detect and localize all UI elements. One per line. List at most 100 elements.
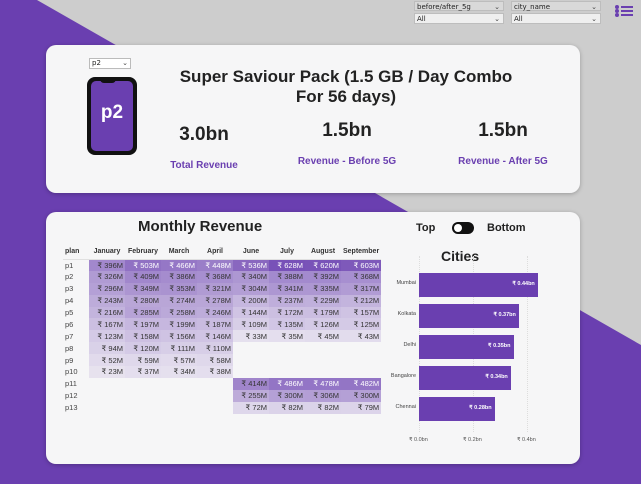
city-label: Kolkata bbox=[397, 311, 416, 317]
column-header[interactable]: April bbox=[197, 245, 233, 260]
plan-selector-value: p2 bbox=[92, 59, 101, 67]
column-header[interactable]: February bbox=[125, 245, 161, 260]
revenue-cell: ₹ 243M bbox=[89, 294, 125, 307]
revenue-cell: ₹ 237M bbox=[269, 294, 305, 307]
revenue-cell: ₹ 45M bbox=[305, 330, 341, 343]
menu-list-icon[interactable] bbox=[615, 4, 635, 20]
revenue-cell: ₹ 158M bbox=[125, 330, 161, 343]
slicer-value: All bbox=[514, 15, 523, 23]
city-bar[interactable]: ₹ 0.44bn bbox=[419, 273, 538, 297]
revenue-cell bbox=[305, 366, 341, 378]
revenue-cell bbox=[197, 402, 233, 414]
table-row: p1 ₹ 396M ₹ 503M ₹ 466M ₹ 448M ₹ 536M ₹ 628M ₹ … bbox=[63, 259, 382, 271]
table-row: p11 ₹ 414M ₹ 486M ₹ 478M ₹ 482M bbox=[63, 377, 382, 390]
revenue-cell: ₹ 146M bbox=[197, 330, 233, 343]
column-header[interactable]: plan bbox=[63, 245, 89, 260]
column-header[interactable]: March bbox=[161, 245, 197, 260]
bar-value-label: ₹ 0.28bn bbox=[469, 405, 492, 411]
column-header[interactable]: June bbox=[233, 245, 269, 260]
phone-icon: p2 bbox=[87, 77, 137, 155]
city-label: Bangalore bbox=[390, 373, 416, 379]
bar-value-label: ₹ 0.35bn bbox=[488, 343, 511, 349]
revenue-cell: ₹ 255M bbox=[233, 389, 269, 402]
revenue-cell: ₹ 392M bbox=[305, 270, 341, 283]
slicer-label: before/after_5g bbox=[417, 3, 471, 11]
column-header[interactable]: September bbox=[341, 245, 382, 260]
city-label: Delhi bbox=[403, 342, 416, 348]
revenue-cell: ₹ 199M bbox=[161, 318, 197, 331]
revenue-cell: ₹ 200M bbox=[233, 294, 269, 307]
revenue-cell: ₹ 82M bbox=[269, 401, 305, 414]
revenue-cell: ₹ 300M bbox=[269, 389, 305, 402]
plan-selector-dropdown[interactable]: p2 ⌄ bbox=[89, 58, 131, 69]
column-header[interactable]: January bbox=[89, 245, 125, 260]
city-bar[interactable]: ₹ 0.34bn bbox=[419, 366, 511, 390]
revenue-cell: ₹ 368M bbox=[197, 270, 233, 283]
revenue-cell: ₹ 280M bbox=[125, 294, 161, 307]
column-header[interactable]: August bbox=[305, 245, 341, 260]
revenue-cell: ₹ 229M bbox=[305, 294, 341, 307]
revenue-cell: ₹ 120M bbox=[125, 342, 161, 355]
plan-cell: p9 bbox=[65, 355, 74, 365]
plan-summary-card: p2 ⌄ p2 Super Saviour Pack (1.5 GB / Day… bbox=[46, 45, 580, 193]
revenue-cell bbox=[125, 390, 161, 402]
city-bar-row: Chennai ₹ 0.28bn bbox=[376, 397, 566, 421]
slicer-value-dropdown[interactable]: All ⌄ bbox=[414, 13, 504, 24]
revenue-cell bbox=[305, 342, 341, 354]
revenue-cell: ₹ 179M bbox=[305, 306, 341, 319]
revenue-cell: ₹ 110M bbox=[197, 342, 233, 355]
revenue-cell: ₹ 246M bbox=[197, 306, 233, 319]
toggle-label-bottom: Bottom bbox=[487, 222, 526, 234]
revenue-cell bbox=[161, 378, 197, 390]
city-label: Chennai bbox=[395, 404, 417, 410]
slicer-city-name[interactable]: city_name ⌄ All ⌄ bbox=[511, 1, 601, 24]
revenue-cell: ₹ 628M bbox=[269, 259, 305, 271]
table-row: p10 ₹ 23M ₹ 37M ₹ 34M ₹ 38M bbox=[63, 366, 381, 378]
toggle-switch[interactable] bbox=[452, 222, 474, 234]
revenue-cell: ₹ 335M bbox=[305, 282, 341, 295]
monthly-revenue-matrix: plan January February March April June July Aug… bbox=[63, 245, 382, 414]
revenue-cell: ₹ 172M bbox=[269, 306, 305, 319]
city-label: Mumbai bbox=[396, 280, 416, 286]
monthly-revenue-title: Monthly Revenue bbox=[138, 218, 263, 235]
revenue-cell: ₹ 156M bbox=[161, 330, 197, 343]
plan-cell: p6 bbox=[65, 319, 74, 329]
plan-cell: p3 bbox=[65, 284, 74, 294]
revenue-cell bbox=[125, 402, 161, 414]
table-row: p9 ₹ 52M ₹ 59M ₹ 57M ₹ 58M bbox=[63, 354, 381, 367]
table-row: p3 ₹ 296M ₹ 349M ₹ 353M ₹ 321M ₹ 304M ₹ 341M ₹ … bbox=[63, 282, 382, 295]
chevron-down-icon: ⌄ bbox=[591, 15, 597, 23]
slicer-before-after-5g[interactable]: before/after_5g ⌄ All ⌄ bbox=[414, 1, 504, 24]
revenue-cell: ₹ 274M bbox=[161, 294, 197, 307]
chevron-down-icon: ⌄ bbox=[494, 3, 500, 11]
city-bar[interactable]: ₹ 0.35bn bbox=[419, 335, 514, 359]
revenue-cell: ₹ 603M bbox=[341, 259, 382, 271]
x-tick-label: ₹ 0.2bn bbox=[463, 437, 482, 443]
kpi-label: Revenue - Before 5G bbox=[297, 156, 397, 167]
slicer-value-dropdown[interactable]: All ⌄ bbox=[511, 13, 601, 24]
slicer-value: All bbox=[417, 15, 426, 23]
revenue-cell bbox=[233, 366, 269, 378]
revenue-cell: ₹ 306M bbox=[305, 389, 341, 402]
plan-cell: p7 bbox=[65, 331, 74, 341]
revenue-cell: ₹ 34M bbox=[161, 366, 197, 378]
city-bar[interactable]: ₹ 0.37bn bbox=[419, 304, 519, 328]
revenue-cell: ₹ 349M bbox=[125, 282, 161, 295]
bar-value-label: ₹ 0.44bn bbox=[512, 281, 535, 287]
revenue-cell: ₹ 216M bbox=[89, 306, 125, 319]
revenue-cell: ₹ 38M bbox=[197, 366, 233, 378]
revenue-cell: ₹ 353M bbox=[161, 282, 197, 295]
city-bar[interactable]: ₹ 0.28bn bbox=[419, 397, 495, 421]
kpi-value: 3.0bn bbox=[179, 124, 229, 145]
bar-value-label: ₹ 0.37bn bbox=[493, 312, 516, 318]
revenue-cell: ₹ 33M bbox=[233, 330, 269, 343]
revenue-cell: ₹ 620M bbox=[305, 259, 341, 271]
plan-cell: p10 bbox=[65, 367, 78, 377]
revenue-cell bbox=[125, 378, 161, 390]
revenue-cell: ₹ 58M bbox=[197, 354, 233, 367]
revenue-cell: ₹ 187M bbox=[197, 318, 233, 331]
column-header[interactable]: July bbox=[269, 245, 305, 260]
revenue-cell: ₹ 126M bbox=[305, 318, 341, 331]
revenue-cell bbox=[269, 354, 305, 366]
table-row: p5 ₹ 216M ₹ 285M ₹ 258M ₹ 246M ₹ 144M ₹ 172M ₹ … bbox=[63, 306, 382, 319]
